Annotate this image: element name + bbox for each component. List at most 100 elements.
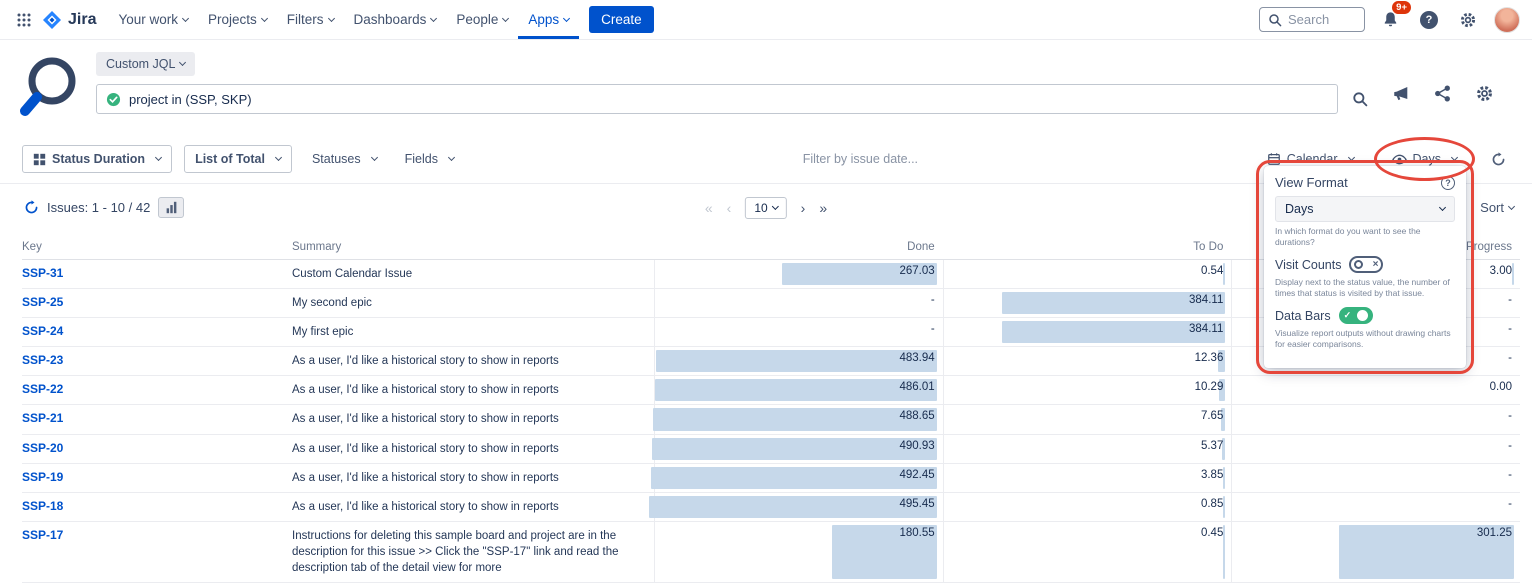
- user-avatar[interactable]: [1494, 7, 1520, 33]
- data-bars-row: Data Bars ✓: [1275, 307, 1455, 324]
- duration-value: 3.00: [1490, 265, 1512, 277]
- duration-cell: 490.93: [654, 435, 943, 463]
- data-bar: [652, 438, 937, 460]
- nav-dashboards[interactable]: Dashboards: [344, 0, 447, 39]
- global-search-input[interactable]: [1288, 12, 1356, 27]
- duration-value: 0.00: [1490, 381, 1512, 393]
- fields-button[interactable]: Fields: [397, 146, 462, 172]
- column-header-todo[interactable]: To Do: [943, 241, 1232, 253]
- table-row: SSP-17Instructions for deleting this sam…: [22, 522, 1520, 583]
- app-switcher-button[interactable]: [12, 8, 36, 32]
- statuses-label: Statuses: [312, 152, 361, 166]
- run-search-button[interactable]: [1348, 87, 1372, 111]
- help-icon[interactable]: ?: [1441, 176, 1455, 190]
- column-header-key[interactable]: Key: [22, 241, 292, 253]
- query-main: Custom JQL: [96, 52, 1372, 114]
- chevron-down-icon: [430, 14, 437, 21]
- issue-key-link[interactable]: SSP-23: [22, 347, 292, 375]
- issue-key-link[interactable]: SSP-22: [22, 376, 292, 404]
- announcements-button[interactable]: [1388, 81, 1414, 107]
- last-page-button[interactable]: »: [819, 201, 827, 215]
- global-search-box[interactable]: [1259, 7, 1365, 32]
- issue-summary: My second epic: [292, 289, 654, 317]
- issue-key-link[interactable]: SSP-21: [22, 405, 292, 433]
- chevron-down-icon: [772, 202, 779, 209]
- x-icon: ×: [1373, 260, 1379, 270]
- app-logo-magnifier-icon: [18, 54, 80, 123]
- gear-icon: [1475, 84, 1494, 103]
- share-button[interactable]: [1430, 81, 1455, 106]
- duration-cell: 5.37: [943, 435, 1232, 463]
- issue-key-link[interactable]: SSP-20: [22, 435, 292, 463]
- prev-page-button[interactable]: ‹: [727, 201, 732, 215]
- duration-value: -: [1508, 294, 1512, 306]
- duration-value: 0.45: [1201, 527, 1223, 539]
- notifications-button[interactable]: 9+: [1378, 7, 1403, 32]
- chevron-down-icon: [327, 14, 334, 21]
- statuses-button[interactable]: Statuses: [304, 146, 385, 172]
- duration-value: 0.54: [1201, 265, 1223, 277]
- first-page-button[interactable]: «: [705, 201, 713, 215]
- duration-value: 483.94: [899, 352, 934, 364]
- duration-value: 488.65: [899, 410, 934, 422]
- column-header-done[interactable]: Done: [654, 241, 943, 253]
- format-select[interactable]: Days: [1275, 196, 1455, 222]
- duration-cell: -: [1231, 405, 1520, 433]
- question-icon: ?: [1420, 11, 1438, 29]
- data-bar: [649, 496, 937, 518]
- nav-filters[interactable]: Filters: [277, 0, 344, 39]
- popup-title-row: View Format ?: [1275, 175, 1455, 190]
- query-mode-button[interactable]: Custom JQL: [96, 52, 195, 76]
- create-button[interactable]: Create: [589, 6, 654, 33]
- issue-key-link[interactable]: SSP-25: [22, 289, 292, 317]
- total-mode-button[interactable]: List of Total: [184, 145, 292, 173]
- table-row: SSP-21As a user, I'd like a historical s…: [22, 405, 1520, 434]
- duration-value: -: [1508, 352, 1512, 364]
- issue-key-link[interactable]: SSP-31: [22, 260, 292, 288]
- visit-counts-toggle[interactable]: ×: [1349, 256, 1383, 273]
- nav-label: Your work: [118, 12, 178, 27]
- fields-label: Fields: [405, 152, 438, 166]
- issue-key-link[interactable]: SSP-24: [22, 318, 292, 346]
- nav-label: People: [456, 12, 498, 27]
- report-type-button[interactable]: Status Duration: [22, 145, 172, 173]
- sort-button[interactable]: Sort: [1480, 200, 1516, 215]
- chart-view-button[interactable]: [158, 197, 184, 218]
- calendar-icon: [1267, 152, 1281, 166]
- issue-key-link[interactable]: SSP-17: [22, 522, 292, 582]
- help-button[interactable]: ?: [1416, 7, 1442, 33]
- data-bar: [655, 379, 937, 401]
- settings-button[interactable]: [1455, 7, 1481, 33]
- duration-value: 180.55: [899, 527, 934, 539]
- jira-logo[interactable]: Jira: [42, 10, 96, 30]
- duration-cell: 0.00: [1231, 376, 1520, 404]
- next-page-button[interactable]: ›: [801, 201, 806, 215]
- issue-summary: Instructions for deleting this sample bo…: [292, 522, 654, 582]
- data-bars-toggle[interactable]: ✓: [1339, 307, 1373, 324]
- nav-your-work[interactable]: Your work: [108, 0, 198, 39]
- chevron-down-icon: [1451, 154, 1458, 161]
- report-settings-button[interactable]: [1471, 80, 1498, 107]
- refresh-button[interactable]: [20, 196, 43, 219]
- sync-button[interactable]: [1487, 148, 1510, 171]
- jql-input[interactable]: [129, 92, 1328, 107]
- nav-apps[interactable]: Apps: [518, 0, 579, 39]
- nav-label: Dashboards: [354, 12, 427, 27]
- bar-chart-icon: [165, 201, 178, 214]
- issue-key-link[interactable]: SSP-19: [22, 464, 292, 492]
- nav-projects[interactable]: Projects: [198, 0, 277, 39]
- data-bar: [1223, 525, 1225, 579]
- page-size-select[interactable]: 10: [745, 197, 786, 219]
- column-header-summary[interactable]: Summary: [292, 241, 654, 253]
- issue-date-filter-input[interactable]: [490, 152, 1231, 166]
- table-row: SSP-22As a user, I'd like a historical s…: [22, 376, 1520, 405]
- megaphone-icon: [1392, 85, 1410, 103]
- data-bar: [653, 408, 937, 430]
- chevron-down-icon: [1508, 202, 1515, 209]
- nav-people[interactable]: People: [446, 0, 518, 39]
- jql-input-box[interactable]: [96, 84, 1338, 114]
- issue-key-link[interactable]: SSP-18: [22, 493, 292, 521]
- duration-value: 384.11: [1189, 294, 1223, 306]
- notification-badge: 9+: [1392, 1, 1411, 14]
- jira-mark-icon: [42, 10, 62, 30]
